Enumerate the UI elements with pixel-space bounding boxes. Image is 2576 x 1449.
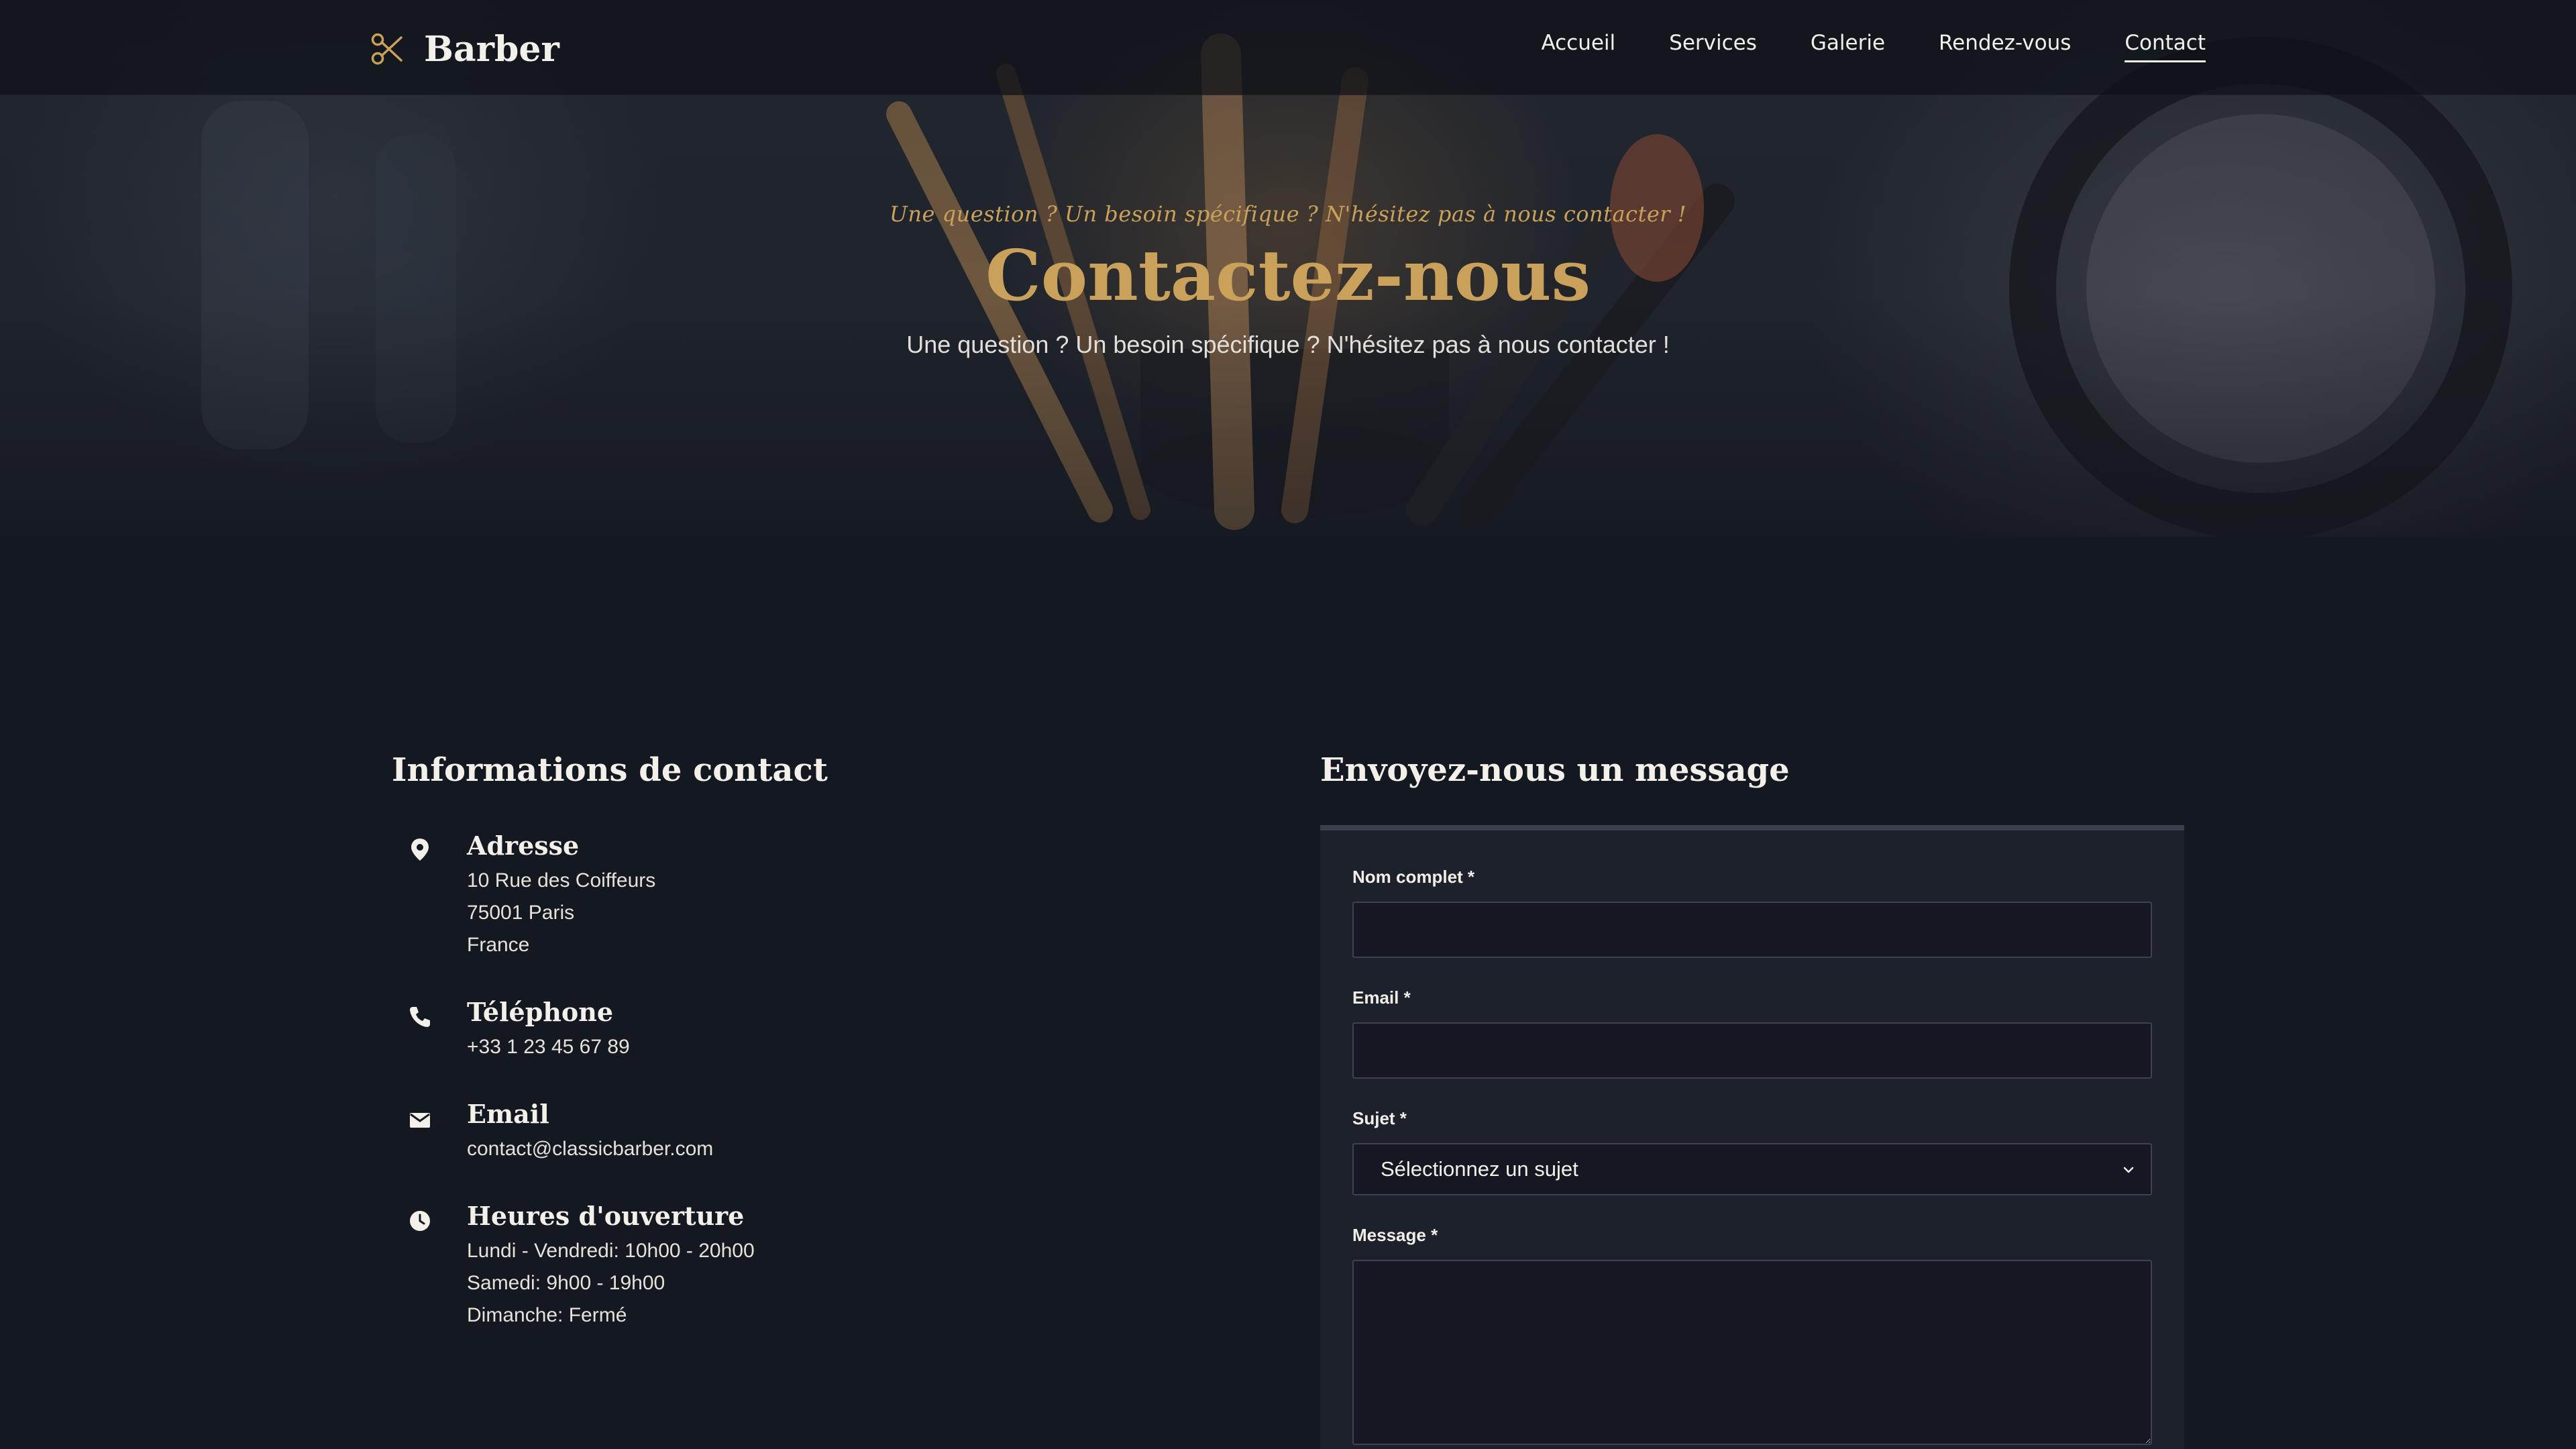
contact-form-title: Envoyez-nous un message — [1320, 751, 1790, 789]
chevron-down-icon — [2121, 1163, 2136, 1177]
address-heading: Adresse — [467, 830, 580, 861]
nav-link-accueil[interactable]: Accueil — [1541, 31, 1615, 62]
phone-heading: Téléphone — [467, 997, 614, 1027]
scissors-icon — [370, 32, 404, 66]
phone-text: Téléphone +33 1 23 45 67 89 — [467, 997, 630, 1063]
hours-line: Dimanche: Fermé — [467, 1304, 627, 1326]
nav-link-contact[interactable]: Contact — [2125, 31, 2206, 62]
contact-form: Nom complet * Email * Sujet * Sélectionn… — [1320, 825, 2184, 1449]
nav-link-galerie[interactable]: Galerie — [1811, 31, 1885, 62]
contact-form-section: Envoyez-nous un message Nom complet * Em… — [1320, 751, 2184, 1449]
nav-link-rendez-vous[interactable]: Rendez-vous — [1939, 31, 2071, 62]
hero-tagline: Une question ? Un besoin spécifique ? N'… — [889, 201, 1687, 227]
hours-line: Samedi: 9h00 - 19h00 — [467, 1272, 665, 1294]
subject-label: Sujet * — [1352, 1108, 1407, 1128]
clock-icon — [407, 1208, 433, 1234]
full-name-input[interactable] — [1352, 902, 2152, 958]
email-label: Email * — [1352, 987, 1411, 1008]
email-address[interactable]: contact@classicbarber.com — [467, 1133, 713, 1165]
email-heading: Email — [467, 1099, 549, 1129]
subject-selected-value: Sélectionnez un sujet — [1381, 1157, 1578, 1181]
message-textarea[interactable] — [1352, 1260, 2152, 1445]
hero-content: Une question ? Un besoin spécifique ? N'… — [0, 201, 2576, 359]
brand-logo[interactable]: Barber — [370, 25, 559, 72]
phone-number[interactable]: +33 1 23 45 67 89 — [467, 1031, 630, 1063]
message-label: Message * — [1352, 1225, 1438, 1245]
brand-name: Barber — [424, 28, 559, 70]
email-input[interactable] — [1352, 1022, 2152, 1079]
contact-info-section: Informations de contact Adresse 10 Rue d… — [392, 751, 1197, 1326]
contact-info-title: Informations de contact — [392, 751, 828, 789]
email-text: Email contact@classicbarber.com — [467, 1099, 713, 1165]
top-navbar: Barber Accueil Services Galerie Rendez-v… — [0, 0, 2576, 95]
address-text: Adresse 10 Rue des Coiffeurs 75001 Paris… — [467, 830, 655, 961]
hours-heading: Heures d'ouverture — [467, 1201, 745, 1231]
nav-menu: Accueil Services Galerie Rendez-vous Con… — [1541, 31, 2206, 62]
page-title: Contactez-nous — [985, 234, 1591, 317]
name-label: Nom complet * — [1352, 867, 1475, 887]
hero-subtitle: Une question ? Un besoin spécifique ? N'… — [906, 331, 1670, 359]
phone-icon — [407, 1004, 433, 1030]
hours-line: Lundi - Vendredi: 10h00 - 20h00 — [467, 1240, 755, 1262]
address-line: 75001 Paris — [467, 902, 575, 924]
nav-link-services[interactable]: Services — [1669, 31, 1757, 62]
hours-text: Heures d'ouverture Lundi - Vendredi: 10h… — [467, 1201, 755, 1332]
address-line: 10 Rue des Coiffeurs — [467, 869, 656, 892]
mail-icon — [407, 1107, 433, 1134]
subject-select[interactable]: Sélectionnez un sujet — [1352, 1143, 2152, 1195]
map-pin-icon — [407, 836, 433, 863]
address-line: France — [467, 934, 530, 956]
